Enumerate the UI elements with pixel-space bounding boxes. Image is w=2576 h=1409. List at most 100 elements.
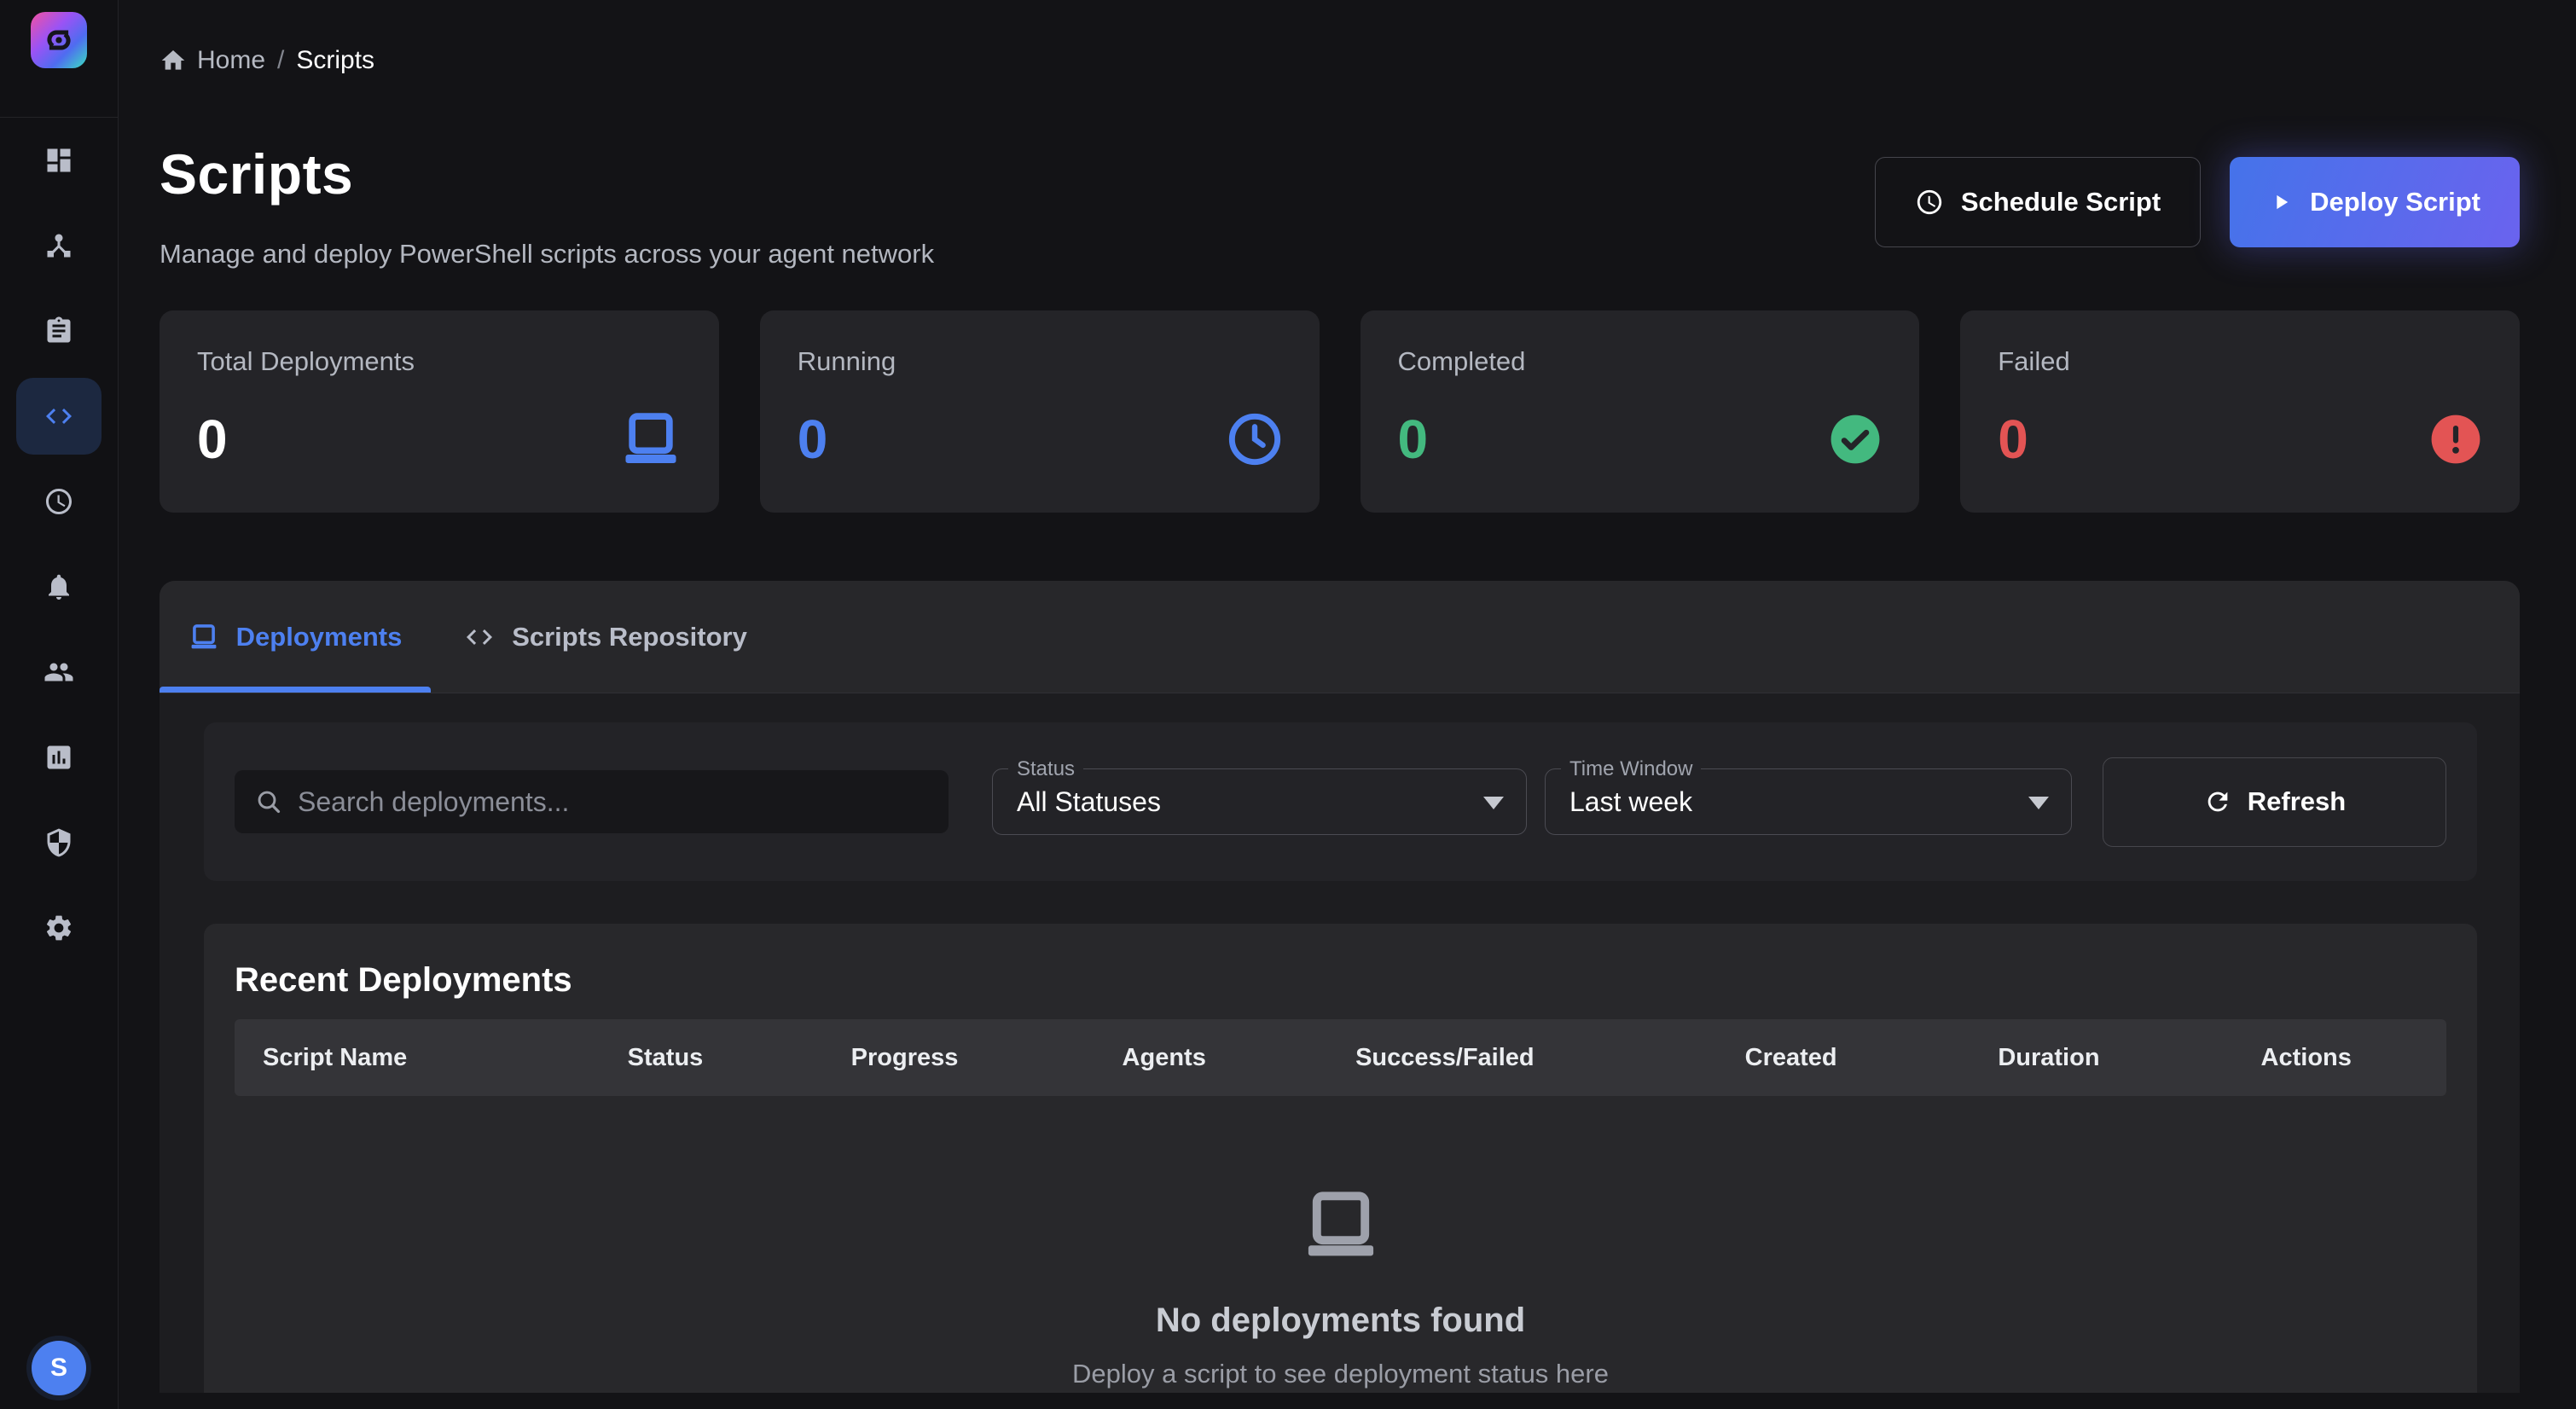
chevron-down-icon: [2028, 797, 2049, 809]
empty-state-subtitle: Deploy a script to see deployment status…: [235, 1359, 2446, 1389]
search-icon: [255, 788, 282, 815]
gear-icon: [44, 913, 74, 943]
sidebar-item-reports[interactable]: [16, 715, 102, 800]
breadcrumb-current: Scripts: [296, 46, 374, 75]
schedule-script-button[interactable]: Schedule Script: [1875, 157, 2201, 247]
column-header-script-name: Script Name: [235, 1044, 600, 1072]
schedule-script-label: Schedule Script: [1961, 187, 2161, 217]
stat-label: Failed: [1998, 346, 2482, 377]
sidebar-item-notifications[interactable]: [16, 544, 102, 629]
stats-row: Total Deployments 0 Running 0: [160, 310, 2520, 513]
deployments-tab-panel: Status All Statuses Time Window Last wee…: [160, 693, 2520, 1393]
scripts-page: S Home / Scripts Scripts Manage and depl…: [0, 0, 2576, 1409]
sidebar-item-dashboard[interactable]: [16, 118, 102, 203]
page-header-text: Scripts Manage and deploy PowerShell scr…: [160, 142, 934, 270]
breadcrumb: Home / Scripts: [160, 46, 2520, 75]
stat-card-failed: Failed 0: [1960, 310, 2520, 513]
check-circle-icon: [1829, 413, 1882, 466]
status-select-label: Status: [1008, 757, 1083, 781]
breadcrumb-home-link[interactable]: Home: [160, 46, 265, 75]
laptop-icon: [235, 1192, 2446, 1264]
sidebar-item-schedule[interactable]: [16, 459, 102, 544]
laptop-icon: [189, 622, 219, 652]
chart-icon: [44, 742, 74, 773]
home-icon: [160, 47, 187, 74]
shield-icon: [44, 827, 74, 858]
refresh-icon: [2203, 787, 2232, 816]
column-header-success-failed: Success/Failed: [1327, 1044, 1717, 1072]
user-avatar[interactable]: S: [32, 1341, 86, 1395]
page-title: Scripts: [160, 142, 934, 206]
clipboard-icon: [44, 316, 74, 346]
sidebar-item-settings[interactable]: [16, 885, 102, 971]
time-window-select[interactable]: Time Window Last week: [1545, 768, 2072, 835]
stat-card-completed: Completed 0: [1361, 310, 1920, 513]
stat-card-total-deployments: Total Deployments 0: [160, 310, 719, 513]
column-header-actions: Actions: [2233, 1044, 2446, 1072]
column-header-progress: Progress: [823, 1044, 1094, 1072]
time-window-select-label: Time Window: [1561, 757, 1701, 781]
app-logo[interactable]: [31, 12, 87, 68]
empty-state: No deployments found Deploy a script to …: [235, 1192, 2446, 1389]
main-content: Home / Scripts Scripts Manage and deploy…: [119, 0, 2576, 1409]
chevron-down-icon: [1483, 797, 1504, 809]
stat-card-running: Running 0: [760, 310, 1320, 513]
column-header-status: Status: [600, 1044, 823, 1072]
column-header-agents: Agents: [1094, 1044, 1328, 1072]
tab-deployments-label: Deployments: [236, 622, 403, 652]
sidebar-item-tasks[interactable]: [16, 288, 102, 374]
tab-scripts-repository-label: Scripts Repository: [512, 622, 747, 652]
stat-value: 0: [197, 408, 228, 471]
clock-icon: [1227, 412, 1282, 467]
code-icon: [464, 622, 495, 652]
column-header-duration: Duration: [1970, 1044, 2232, 1072]
sidebar: S: [0, 0, 119, 1409]
tab-scripts-repository[interactable]: Scripts Repository: [431, 581, 780, 693]
tab-bar: Deployments Scripts Repository: [160, 581, 2520, 693]
deployments-card: Deployments Scripts Repository Status: [160, 581, 2520, 1393]
recent-deployments-heading: Recent Deployments: [235, 961, 2446, 1000]
filter-panel: Status All Statuses Time Window Last wee…: [204, 722, 2477, 881]
sidebar-item-security[interactable]: [16, 800, 102, 885]
dashboard-icon: [44, 145, 74, 176]
refresh-button[interactable]: Refresh: [2103, 757, 2446, 847]
clock-icon: [1915, 188, 1944, 217]
deploy-script-label: Deploy Script: [2310, 187, 2480, 217]
stat-label: Total Deployments: [197, 346, 682, 377]
laptop-icon: [620, 413, 682, 466]
time-window-select-value: Last week: [1569, 786, 1692, 818]
stat-value: 0: [798, 408, 828, 471]
sidebar-item-agents[interactable]: [16, 629, 102, 715]
header-actions: Schedule Script Deploy Script: [1875, 157, 2520, 270]
search-box: [235, 770, 949, 833]
page-subtitle: Manage and deploy PowerShell scripts acr…: [160, 239, 934, 270]
avatar-initial: S: [50, 1354, 67, 1383]
page-header: Scripts Manage and deploy PowerShell scr…: [160, 142, 2520, 270]
brand-s-glyph: [39, 20, 78, 60]
recent-deployments-panel: Recent Deployments Script Name Status Pr…: [204, 924, 2477, 1393]
stat-value: 0: [1998, 408, 2028, 471]
sidebar-item-scripts[interactable]: [16, 378, 102, 455]
empty-state-title: No deployments found: [235, 1302, 2446, 1340]
error-circle-icon: [2429, 413, 2482, 466]
clock-icon: [44, 486, 74, 517]
deploy-script-button[interactable]: Deploy Script: [2230, 157, 2520, 247]
stat-label: Completed: [1398, 346, 1883, 377]
hub-icon: [44, 230, 74, 261]
code-icon: [44, 401, 74, 432]
tab-deployments[interactable]: Deployments: [160, 581, 431, 693]
sidebar-item-network[interactable]: [16, 203, 102, 288]
bell-icon: [44, 571, 74, 602]
status-select-value: All Statuses: [1017, 786, 1161, 818]
breadcrumb-separator: /: [277, 46, 284, 75]
stat-value: 0: [1398, 408, 1429, 471]
column-header-created: Created: [1717, 1044, 1970, 1072]
people-icon: [44, 657, 74, 687]
refresh-button-label: Refresh: [2248, 786, 2346, 817]
search-input[interactable]: [298, 786, 928, 818]
breadcrumb-home-label: Home: [197, 46, 265, 75]
play-icon: [2269, 190, 2293, 214]
status-select[interactable]: Status All Statuses: [992, 768, 1527, 835]
stat-label: Running: [798, 346, 1282, 377]
deployments-table-header: Script Name Status Progress Agents Succe…: [235, 1019, 2446, 1096]
